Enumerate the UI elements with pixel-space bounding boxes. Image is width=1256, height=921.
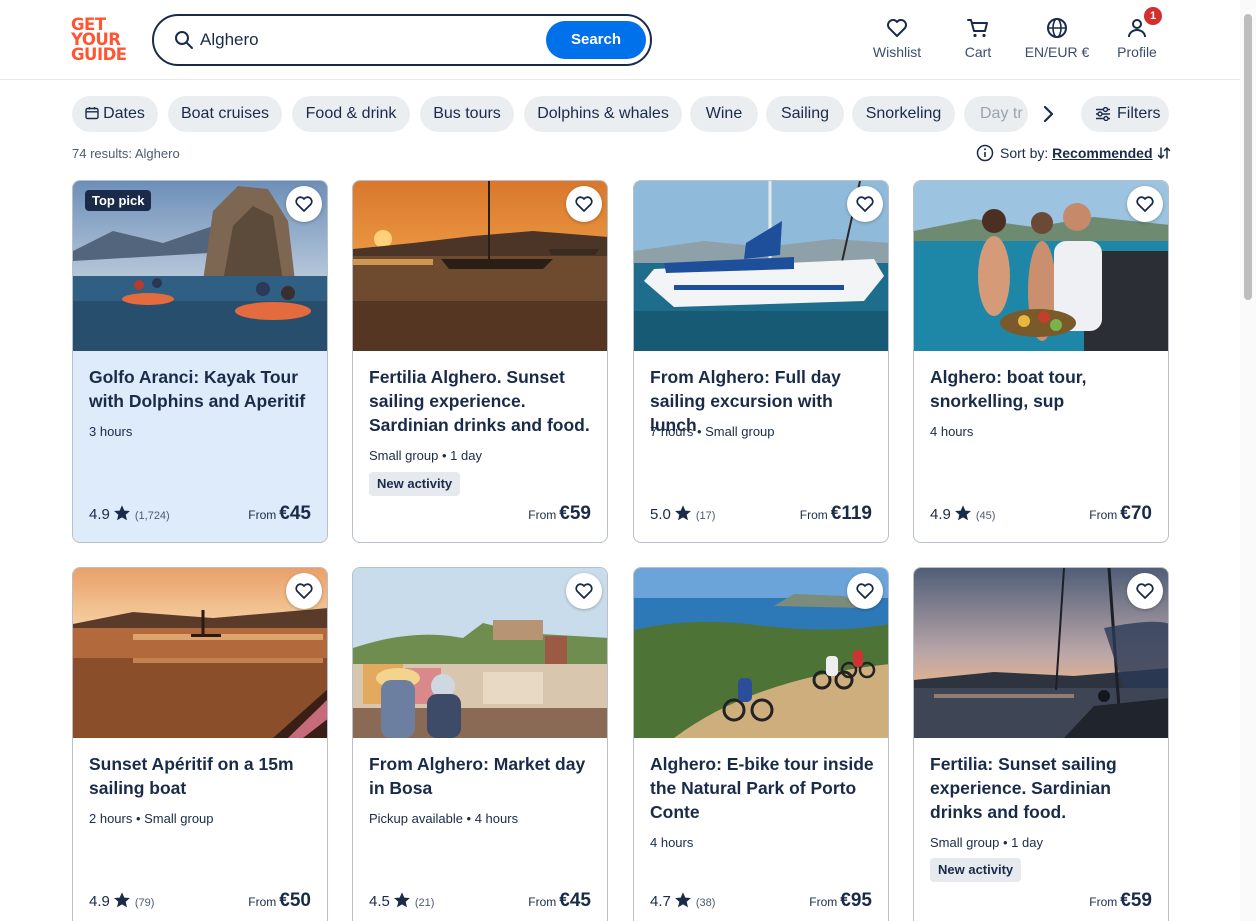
activity-meta: 2 hours • Small group <box>89 811 214 826</box>
activity-rating: 4.5 (21) <box>369 892 435 910</box>
notification-badge: 1 <box>1144 7 1162 25</box>
wishlist-button[interactable] <box>1127 573 1163 609</box>
activity-card[interactable]: From Alghero: Market day in Bosa Pickup … <box>352 567 608 921</box>
activity-meta: Small group • 1 day <box>369 448 482 463</box>
header: GET YOUR GUIDE Search Wishlist Cart EN/E <box>0 0 1256 80</box>
star-icon <box>674 892 691 908</box>
wishlist-button[interactable] <box>286 186 322 222</box>
activity-card[interactable]: From Alghero: Full day sailing excursion… <box>633 180 889 543</box>
activity-card[interactable]: Fertilia: Sunset sailing experience. Sar… <box>913 567 1169 921</box>
chip-day-trips[interactable]: Day tr <box>964 96 1028 132</box>
search-icon <box>175 31 193 49</box>
activity-meta: 4 hours <box>930 424 974 439</box>
heart-icon <box>575 583 593 599</box>
star-icon <box>954 505 971 521</box>
heart-icon <box>295 196 313 212</box>
search-box: Search <box>152 14 652 66</box>
info-icon <box>976 144 994 162</box>
activity-rating: 5.0 (17) <box>650 505 716 523</box>
category-chips: Dates Boat cruises Food & drink Bus tour… <box>72 96 1169 132</box>
new-activity-tag: New activity <box>930 858 1022 882</box>
activity-card[interactable]: Top pick Golfo Aranci: Kayak Tour with D… <box>72 180 328 543</box>
star-icon <box>393 892 410 908</box>
activity-rating: 4.9 (45) <box>930 505 996 523</box>
sort-arrows-icon <box>1158 147 1171 159</box>
activity-meta: 7 hours • Small group <box>650 424 775 439</box>
heart-icon <box>856 583 874 599</box>
scrollbar-thumb[interactable] <box>1244 14 1252 300</box>
chip-dates[interactable]: Dates <box>72 96 158 132</box>
activity-title[interactable]: Fertilia Alghero. Sunset sailing experie… <box>369 365 595 437</box>
chip-food-drink[interactable]: Food & drink <box>292 96 410 132</box>
search-button[interactable]: Search <box>546 21 646 59</box>
wishlist-button[interactable] <box>566 186 602 222</box>
activity-meta: 3 hours <box>89 424 133 439</box>
activity-rating: 4.9 (79) <box>89 892 155 910</box>
activity-price: From €45 <box>248 503 311 524</box>
activity-title[interactable]: Alghero: E-bike tour inside the Natural … <box>650 752 876 824</box>
wishlist-button[interactable] <box>286 573 322 609</box>
activity-price: From €59 <box>528 503 591 524</box>
activity-card[interactable]: Fertilia Alghero. Sunset sailing experie… <box>352 180 608 543</box>
sort-value[interactable]: Recommended <box>1052 145 1152 161</box>
star-icon <box>674 505 691 521</box>
heart-icon <box>295 583 313 599</box>
wishlist-button[interactable] <box>1127 186 1163 222</box>
sort-control[interactable]: Sort by: Recommended <box>976 144 1172 162</box>
search-input[interactable] <box>200 26 540 54</box>
wishlist-button[interactable] <box>847 186 883 222</box>
activity-meta: Pickup available • 4 hours <box>369 811 519 826</box>
heart-icon <box>1136 196 1154 212</box>
results-count: 74 results: Alghero <box>72 146 180 161</box>
calendar-icon <box>85 107 99 120</box>
chip-bus-tours[interactable]: Bus tours <box>420 96 514 132</box>
filters-button[interactable]: Filters <box>1081 96 1169 132</box>
activity-rating: 4.7 (38) <box>650 892 716 910</box>
cart-icon <box>967 19 988 38</box>
activity-title[interactable]: Golfo Aranci: Kayak Tour with Dolphins a… <box>89 365 315 413</box>
chip-wine[interactable]: Wine <box>690 96 758 132</box>
activity-title[interactable]: Fertilia: Sunset sailing experience. Sar… <box>930 752 1156 824</box>
star-icon <box>113 505 130 521</box>
activity-card[interactable]: Alghero: boat tour, snorkelling, sup 4 h… <box>913 180 1169 543</box>
activity-card[interactable]: Sunset Apéritif on a 15m sailing boat 2 … <box>72 567 328 921</box>
getyourguide-logo[interactable]: GET YOUR GUIDE <box>71 16 131 63</box>
top-pick-badge: Top pick <box>85 190 152 211</box>
chevron-right-icon[interactable] <box>1036 102 1060 126</box>
activity-price: From €59 <box>1089 890 1152 911</box>
chip-snorkeling[interactable]: Snorkeling <box>852 96 955 132</box>
activity-price: From €119 <box>799 503 872 524</box>
activity-price: From €50 <box>248 890 311 911</box>
wishlist-button[interactable] <box>566 573 602 609</box>
wishlist-link[interactable]: Wishlist <box>872 16 922 60</box>
chip-dolphins-whales[interactable]: Dolphins & whales <box>524 96 682 132</box>
heart-icon <box>1136 583 1154 599</box>
chip-boat-cruises[interactable]: Boat cruises <box>168 96 282 132</box>
globe-icon <box>1047 18 1067 38</box>
chip-sailing[interactable]: Sailing <box>766 96 844 132</box>
filters-icon <box>1096 107 1110 121</box>
profile-link[interactable]: Profile 1 <box>1116 7 1162 60</box>
heart-icon <box>856 196 874 212</box>
activity-title[interactable]: From Alghero: Market day in Bosa <box>369 752 595 800</box>
new-activity-tag: New activity <box>369 472 461 496</box>
cart-link[interactable]: Cart <box>960 16 996 60</box>
language-currency-link[interactable]: EN/EUR € <box>1022 16 1092 60</box>
star-icon <box>113 892 130 908</box>
activity-title[interactable]: Sunset Apéritif on a 15m sailing boat <box>89 752 315 800</box>
page-scrollbar[interactable] <box>1240 0 1256 921</box>
activity-meta: 4 hours <box>650 835 694 850</box>
activity-price: From €70 <box>1089 503 1152 524</box>
activity-rating: 4.9 (1,724) <box>89 505 170 523</box>
activity-title[interactable]: Alghero: boat tour, snorkelling, sup <box>930 365 1156 413</box>
activity-price: From €95 <box>809 890 872 911</box>
heart-icon <box>887 19 907 37</box>
activity-meta: Small group • 1 day <box>930 835 1043 850</box>
activity-card[interactable]: Alghero: E-bike tour inside the Natural … <box>633 567 889 921</box>
heart-icon <box>575 196 593 212</box>
wishlist-button[interactable] <box>847 573 883 609</box>
activity-price: From €45 <box>528 890 591 911</box>
